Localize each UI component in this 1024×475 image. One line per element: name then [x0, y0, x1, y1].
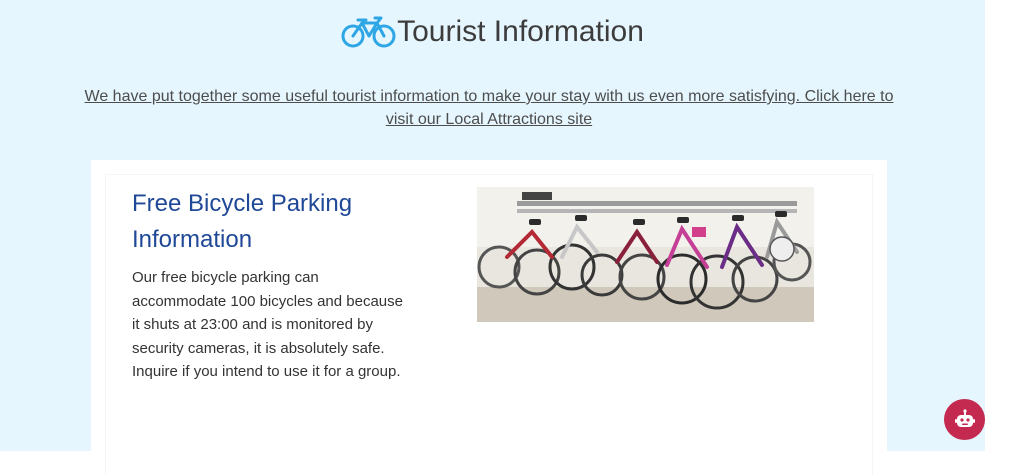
page-header: Tourist Information [0, 10, 985, 54]
card-description: Our free bicycle parking can accommodate… [132, 269, 403, 380]
page-title: Tourist Information [397, 15, 644, 48]
card-title: Free Bicycle Parking Information [132, 190, 353, 253]
page-background: Tourist Information We have put together… [0, 0, 985, 475]
chatbot-button[interactable] [944, 399, 985, 440]
chatbot-icon [953, 408, 977, 432]
local-attractions-link[interactable]: We have put together some useful tourist… [80, 85, 898, 131]
bicycle-icon [341, 15, 397, 49]
bicycle-parking-photo [477, 187, 814, 322]
